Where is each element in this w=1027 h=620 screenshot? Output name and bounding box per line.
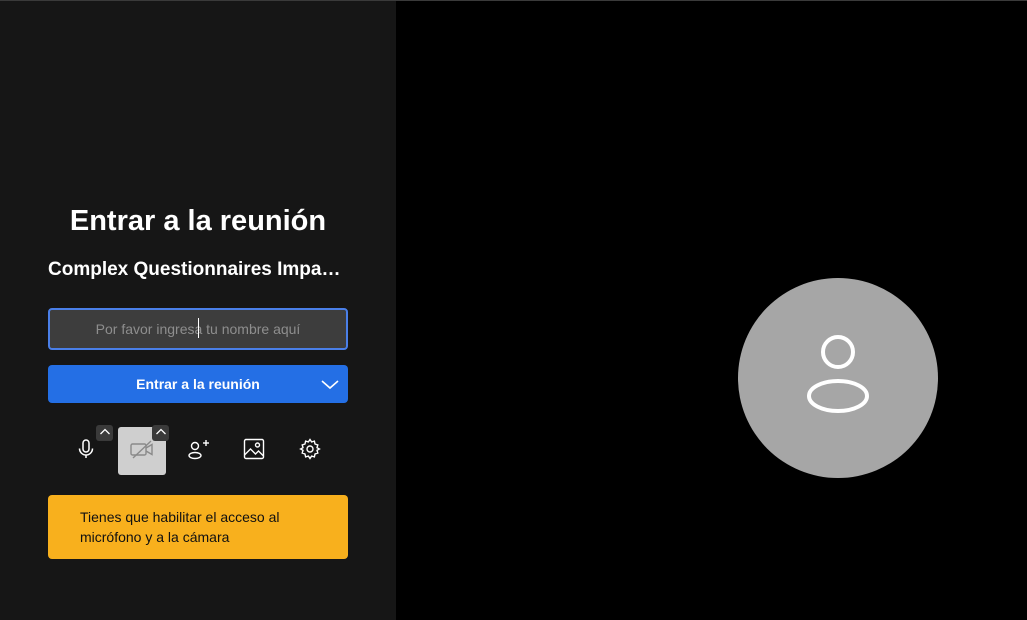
join-meeting-label: Entrar a la reunión <box>136 376 260 392</box>
camera-options-button[interactable] <box>152 425 169 441</box>
meeting-name: Complex Questionnaires Impact Non-Respon… <box>48 259 348 280</box>
chevron-down-icon[interactable] <box>320 374 340 394</box>
image-icon <box>242 437 266 466</box>
microphone-options-button[interactable] <box>96 425 113 441</box>
background-button[interactable] <box>230 427 278 475</box>
add-person-icon <box>185 437 211 466</box>
page-title: Entrar a la reunión <box>69 205 327 237</box>
chevron-up-icon <box>155 424 167 442</box>
video-preview <box>396 1 1027 620</box>
user-icon <box>803 334 873 423</box>
chevron-up-icon <box>99 424 111 442</box>
join-meeting-button[interactable]: Entrar a la reunión <box>48 365 348 403</box>
text-caret <box>198 318 199 338</box>
settings-button[interactable] <box>286 427 334 475</box>
avatar <box>738 278 938 478</box>
camera-off-icon <box>129 437 155 466</box>
gear-icon <box>298 437 322 466</box>
microphone-icon <box>74 437 98 466</box>
permission-warning: Tienes que habilitar el acceso al micróf… <box>48 495 348 559</box>
permission-warning-text: Tienes que habilitar el acceso al micróf… <box>80 509 280 545</box>
invite-button[interactable] <box>174 427 222 475</box>
